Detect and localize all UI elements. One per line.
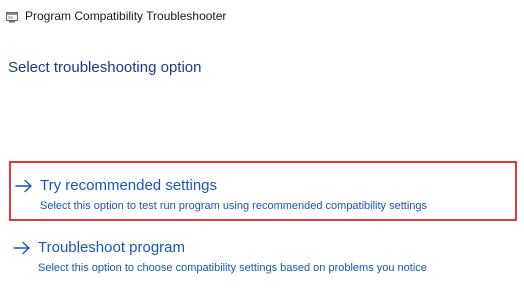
option-description: Select this option to choose compatibili… [38, 262, 427, 274]
option-try-recommended-settings[interactable]: Try recommended settings Select this opt… [9, 161, 517, 221]
option-title[interactable]: Try recommended settings [40, 177, 217, 194]
troubleshooter-app-icon [6, 10, 18, 23]
troubleshooter-window: Program Compatibility Troubleshooter Sel… [0, 0, 524, 306]
option-troubleshoot-program[interactable]: Troubleshoot program Select this option … [9, 225, 517, 285]
option-title[interactable]: Troubleshoot program [38, 239, 185, 256]
window-title: Program Compatibility Troubleshooter [25, 9, 227, 23]
option-description: Select this option to test run program u… [40, 200, 428, 212]
page-heading: Select troubleshooting option [8, 59, 202, 76]
title-bar: Program Compatibility Troubleshooter [0, 0, 524, 30]
arrow-right-icon [13, 241, 31, 255]
arrow-right-icon [15, 179, 33, 193]
